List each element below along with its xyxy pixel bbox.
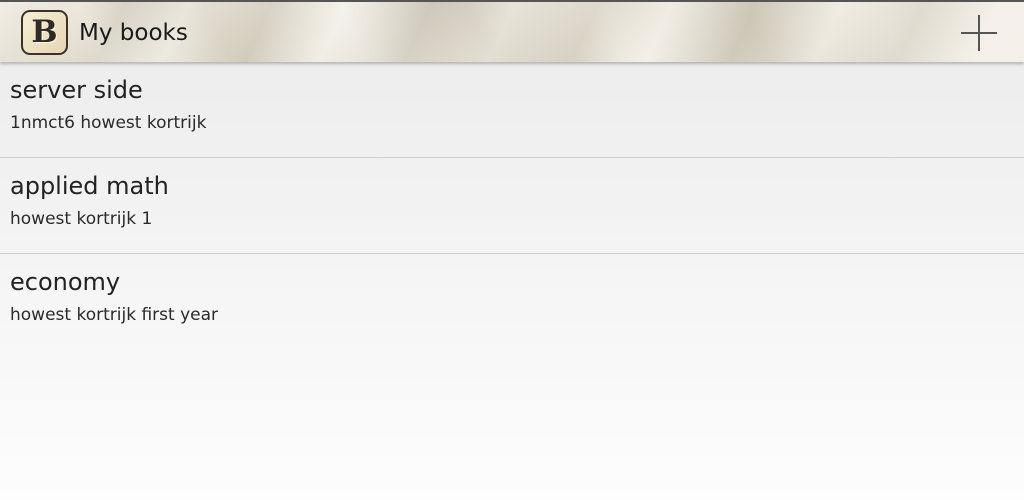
plus-icon: [961, 15, 997, 51]
book-list-item[interactable]: economy howest kortrijk first year: [0, 254, 1024, 350]
book-title: server side: [10, 76, 143, 104]
page-title: My books: [79, 20, 188, 46]
app-logo-letter: B: [31, 14, 58, 50]
book-title: economy: [10, 268, 121, 296]
book-list: server side 1nmct6 howest kortrijk appli…: [0, 62, 1024, 350]
action-bar: B My books: [0, 0, 1024, 62]
book-title: applied math: [10, 172, 169, 200]
book-subtitle: 1nmct6 howest kortrijk: [10, 113, 207, 133]
book-list-item[interactable]: server side 1nmct6 howest kortrijk: [0, 62, 1024, 158]
book-subtitle: howest kortrijk 1: [10, 209, 153, 229]
app-logo-icon[interactable]: B: [21, 10, 68, 55]
add-book-button[interactable]: [950, 8, 1008, 58]
book-subtitle: howest kortrijk first year: [10, 305, 218, 325]
book-list-item[interactable]: applied math howest kortrijk 1: [0, 158, 1024, 254]
